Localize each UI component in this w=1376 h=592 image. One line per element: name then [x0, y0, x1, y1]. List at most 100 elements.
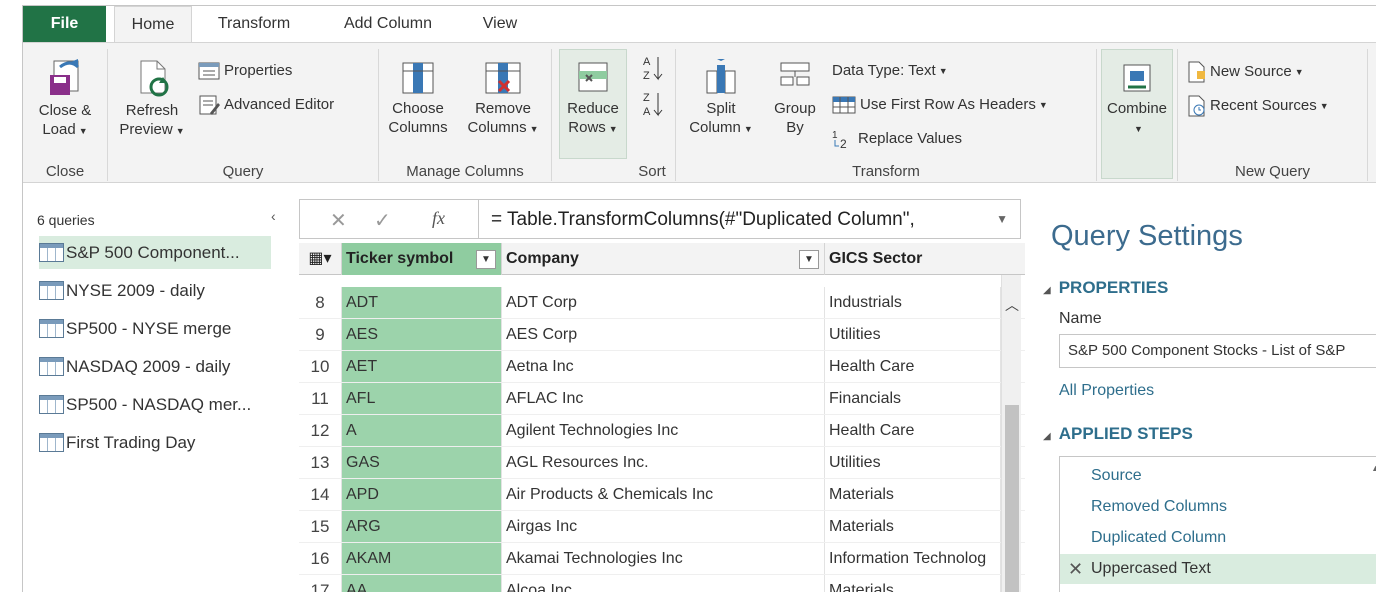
choose-columns-button[interactable]: Choose Columns — [383, 59, 453, 137]
query-item-first-trading-day[interactable]: First Trading Day — [39, 426, 271, 459]
column-header-ticker[interactable]: Ticker symbol ▼ — [342, 243, 502, 275]
advanced-editor-button[interactable]: Advanced Editor — [198, 95, 334, 115]
table-row[interactable]: 11 AFL AFLAC Inc Financials — [299, 383, 1025, 415]
query-item-sp500-nasdaq-merge[interactable]: SP500 - NASDAQ mer... — [39, 388, 271, 421]
filter-dropdown-icon[interactable]: ▼ — [799, 250, 819, 269]
ribbon: Close & Load ▼ Close Refresh Preview ▼ Pro… — [23, 42, 1376, 183]
step-source[interactable]: Source — [1060, 461, 1376, 491]
split-column-button[interactable]: Split Column ▼ — [680, 59, 762, 139]
function-icon[interactable]: fx — [432, 208, 445, 229]
cell-sector[interactable]: Utilities — [825, 447, 1001, 479]
scroll-up-icon[interactable]: ︿ — [1005, 295, 1019, 315]
sort-descending-icon[interactable]: ZA — [641, 89, 665, 121]
delete-step-icon[interactable]: ✕ — [1068, 554, 1083, 584]
cell-ticker[interactable]: AKAM — [342, 543, 502, 575]
cell-company[interactable]: Akamai Technologies Inc — [502, 543, 825, 575]
chevron-down-icon: ▼ — [1319, 101, 1329, 111]
cell-company[interactable]: AFLAC Inc — [502, 383, 825, 415]
query-name-input[interactable]: S&P 500 Component Stocks - List of S&P — [1059, 334, 1376, 368]
cell-ticker[interactable]: AA — [342, 575, 502, 592]
combine-button[interactable]: Combine ▼ — [1101, 59, 1173, 139]
cell-company[interactable]: ADT Corp — [502, 287, 825, 319]
cell-ticker[interactable]: AES — [342, 319, 502, 351]
table-row[interactable]: 13 GAS AGL Resources Inc. Utilities — [299, 447, 1025, 479]
tab-home[interactable]: Home — [114, 6, 192, 43]
cell-sector[interactable]: Materials — [825, 479, 1001, 511]
table-row[interactable]: 15 ARG Airgas Inc Materials — [299, 511, 1025, 543]
vertical-scrollbar[interactable]: ︿ — [1001, 275, 1021, 592]
column-header-sector[interactable]: GICS Sector — [825, 243, 1001, 275]
cell-sector[interactable]: Health Care — [825, 415, 1001, 447]
column-header-company[interactable]: Company ▼ — [502, 243, 825, 275]
formula-input[interactable]: = Table.TransformColumns(#"Duplicated Co… — [491, 209, 915, 231]
choose-columns-label-2: Columns — [388, 119, 448, 136]
cell-ticker[interactable]: AET — [342, 351, 502, 383]
query-item-nasdaq-2009[interactable]: NASDAQ 2009 - daily — [39, 350, 271, 383]
new-source-button[interactable]: New Source ▼ — [1186, 61, 1304, 83]
cell-ticker[interactable]: AFL — [342, 383, 502, 415]
cell-ticker[interactable]: APD — [342, 479, 502, 511]
confirm-formula-icon[interactable]: ✓ — [374, 208, 391, 233]
applied-steps-section-header[interactable]: ◢ APPLIED STEPS — [1043, 424, 1193, 444]
expand-formula-icon[interactable]: ▼ — [996, 212, 1008, 226]
tab-file[interactable]: File — [23, 6, 106, 42]
table-row[interactable]: 12 A Agilent Technologies Inc Health Care — [299, 415, 1025, 447]
query-item-sp500-component[interactable]: S&P 500 Component... — [39, 236, 271, 269]
sort-ascending-icon[interactable]: AZ — [641, 53, 665, 85]
scrollbar-thumb[interactable] — [1005, 405, 1019, 592]
chevron-down-icon: ▼ — [529, 124, 539, 134]
row-number: 15 — [299, 511, 342, 543]
manage-columns-group: Choose Columns Remove Columns ▼ Manage Co… — [379, 43, 551, 184]
table-row[interactable]: 17 AA Alcoa Inc Materials — [299, 575, 1025, 592]
table-row[interactable]: 14 APD Air Products & Chemicals Inc Materia… — [299, 479, 1025, 511]
step-uppercased-text[interactable]: ✕ Uppercased Text — [1060, 554, 1376, 584]
table-row[interactable]: 8 ADT ADT Corp Industrials — [299, 287, 1025, 319]
cell-sector[interactable]: Utilities — [825, 319, 1001, 351]
cell-sector[interactable]: Financials — [825, 383, 1001, 415]
cell-sector[interactable]: Industrials — [825, 287, 1001, 319]
svg-text:Z: Z — [643, 70, 650, 82]
tab-transform[interactable]: Transform — [201, 6, 307, 42]
cell-ticker[interactable]: A — [342, 415, 502, 447]
properties-section-header[interactable]: ◢ PROPERTIES — [1043, 278, 1168, 298]
cell-ticker[interactable]: ARG — [342, 511, 502, 543]
table-row[interactable]: 16 AKAM Akamai Technologies Inc Information… — [299, 543, 1025, 575]
table-row[interactable]: 9 AES AES Corp Utilities — [299, 319, 1025, 351]
step-removed-columns[interactable]: Removed Columns — [1060, 492, 1376, 522]
cell-sector[interactable]: Materials — [825, 511, 1001, 543]
properties-button[interactable]: Properties — [198, 61, 292, 81]
cell-company[interactable]: AES Corp — [502, 319, 825, 351]
cell-company[interactable]: Airgas Inc — [502, 511, 825, 543]
query-item-sp500-nyse-merge[interactable]: SP500 - NYSE merge — [39, 312, 271, 345]
reduce-rows-button[interactable]: Reduce Rows ▼ — [559, 59, 627, 139]
cell-sector[interactable]: Information Technolog — [825, 543, 1001, 575]
cell-company[interactable]: Alcoa Inc — [502, 575, 825, 592]
close-load-button[interactable]: Close & Load ▼ — [27, 57, 103, 141]
cell-sector[interactable]: Health Care — [825, 351, 1001, 383]
use-first-row-headers-button[interactable]: Use First Row As Headers ▼ — [832, 95, 1048, 115]
table-row[interactable]: 10 AET Aetna Inc Health Care — [299, 351, 1025, 383]
remove-columns-button[interactable]: Remove Columns ▼ — [459, 59, 547, 139]
collapse-pane-icon[interactable]: ‹ — [271, 208, 276, 224]
cell-sector[interactable]: Materials — [825, 575, 1001, 592]
cell-company[interactable]: Air Products & Chemicals Inc — [502, 479, 825, 511]
data-type-dropdown[interactable]: Data Type: Text ▼ — [832, 61, 948, 81]
recent-sources-button[interactable]: Recent Sources ▼ — [1186, 95, 1329, 117]
query-item-nyse-2009[interactable]: NYSE 2009 - daily — [39, 274, 271, 307]
chevron-down-icon: ▼ — [1134, 124, 1143, 134]
all-properties-link[interactable]: All Properties — [1059, 382, 1154, 400]
filter-dropdown-icon[interactable]: ▼ — [476, 250, 496, 269]
group-by-button[interactable]: Group By — [768, 59, 822, 137]
tab-add-column[interactable]: Add Column — [328, 6, 448, 42]
cell-company[interactable]: AGL Resources Inc. — [502, 447, 825, 479]
cell-ticker[interactable]: ADT — [342, 287, 502, 319]
cell-ticker[interactable]: GAS — [342, 447, 502, 479]
cancel-formula-icon[interactable]: ✕ — [330, 208, 347, 233]
cell-company[interactable]: Aetna Inc — [502, 351, 825, 383]
refresh-preview-button[interactable]: Refresh Preview ▼ — [112, 57, 192, 141]
step-duplicated-column[interactable]: Duplicated Column — [1060, 523, 1376, 553]
table-menu-icon[interactable]: ▦▾ — [299, 243, 342, 275]
replace-values-button[interactable]: 12 Replace Values — [832, 129, 962, 149]
tab-view[interactable]: View — [469, 6, 531, 42]
cell-company[interactable]: Agilent Technologies Inc — [502, 415, 825, 447]
